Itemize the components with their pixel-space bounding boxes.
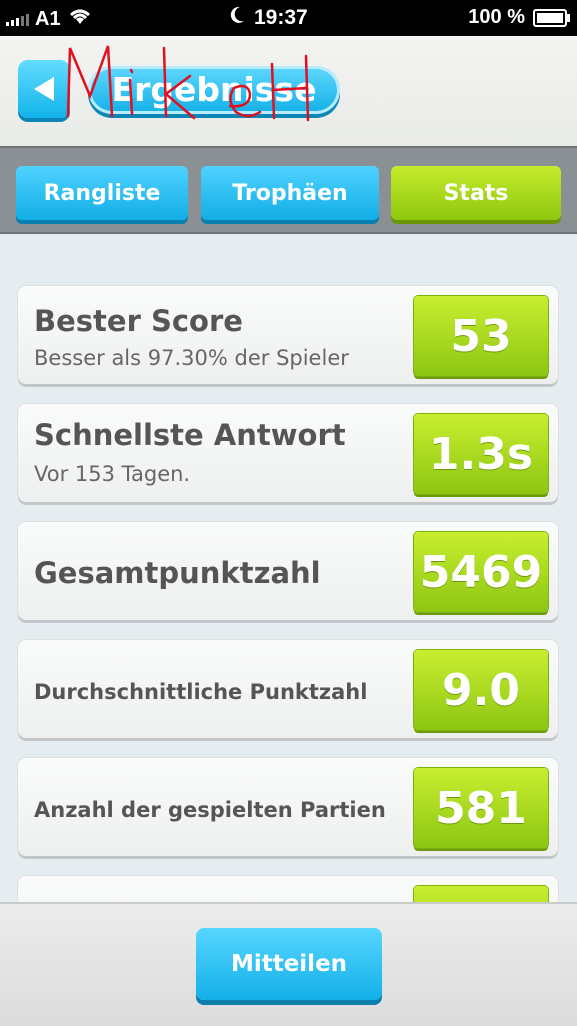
stat-row-total-points: Gesamtpunktzahl 5469 <box>18 522 558 620</box>
stat-label: Gesamtpunktzahl <box>34 556 321 590</box>
back-arrow-icon <box>34 77 54 101</box>
carrier-label: A1 <box>35 7 61 30</box>
share-button[interactable]: Mitteilen <box>196 928 382 1000</box>
stat-row-partial <box>18 876 558 902</box>
stat-value: 9.0 <box>414 650 548 730</box>
stats-list[interactable]: Bester Score Besser als 97.30% der Spiel… <box>0 232 577 902</box>
stat-label: Bester Score <box>34 304 243 338</box>
tab-bar: Rangliste Trophäen Stats <box>0 146 577 234</box>
status-right: 100 % <box>468 6 570 29</box>
signal-icon <box>6 12 29 26</box>
tab-rangliste[interactable]: Rangliste <box>16 166 188 220</box>
stat-row-average-points: Durchschnittliche Punktzahl 9.0 <box>18 640 558 738</box>
battery-percent: 100 % <box>468 6 525 28</box>
stat-sub: Besser als 97.30% der Spieler <box>34 346 349 370</box>
wifi-icon <box>67 6 93 32</box>
moon-icon <box>228 5 246 31</box>
stat-row-fastest-answer: Schnellste Antwort Vor 153 Tagen. 1.3s <box>18 404 558 502</box>
tab-stats[interactable]: Stats <box>391 166 561 220</box>
status-center: 19:37 <box>228 5 308 31</box>
stat-row-best-score: Bester Score Besser als 97.30% der Spiel… <box>18 286 558 384</box>
stat-value: 53 <box>414 296 548 376</box>
tab-trophaeen[interactable]: Trophäen <box>201 166 379 220</box>
stat-value: 581 <box>414 768 548 848</box>
stat-label: Anzahl der gespielten Partien <box>34 798 386 822</box>
battery-icon <box>533 8 570 27</box>
stat-value: 1.3s <box>414 414 548 494</box>
status-left: A1 <box>6 6 93 32</box>
stat-value: 5469 <box>414 532 548 612</box>
stat-row-games-played: Anzahl der gespielten Partien 581 <box>18 758 558 856</box>
footer: Mitteilen <box>0 902 577 1026</box>
stat-label: Schnellste Antwort <box>34 418 346 452</box>
header: Ergebnisse <box>0 36 577 146</box>
status-bar: A1 19:37 100 % <box>0 0 577 36</box>
handwritten-signature <box>66 45 310 122</box>
stat-value <box>414 886 548 902</box>
clock: 19:37 <box>254 6 308 29</box>
stat-label: Durchschnittliche Punktzahl <box>34 680 368 704</box>
stat-sub: Vor 153 Tagen. <box>34 462 191 486</box>
